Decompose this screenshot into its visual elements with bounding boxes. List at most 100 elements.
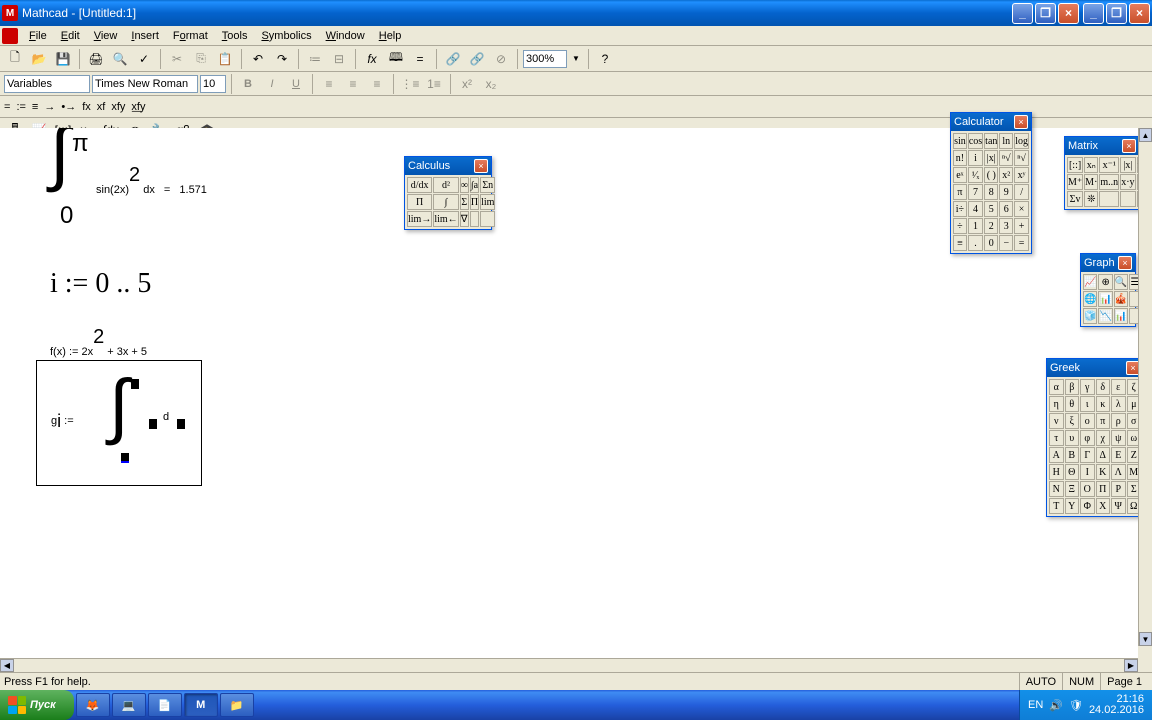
- open-button[interactable]: 📂: [28, 48, 50, 70]
- palette-btn[interactable]: ⁿ√: [1014, 150, 1029, 166]
- placeholder-lower[interactable]: [121, 453, 129, 463]
- calculator-close[interactable]: ×: [1014, 115, 1028, 129]
- palette-btn[interactable]: ln: [999, 133, 1013, 149]
- palette-btn[interactable]: ∞: [460, 177, 469, 193]
- palette-btn[interactable]: Σv: [1067, 191, 1083, 207]
- child-close-button[interactable]: ×: [1129, 3, 1150, 24]
- palette-btn[interactable]: Π: [470, 194, 479, 210]
- align-center-button[interactable]: ≡: [342, 73, 364, 95]
- preview-button[interactable]: 🔍: [109, 48, 131, 70]
- palette-btn[interactable]: 7: [968, 184, 983, 200]
- cut-button[interactable]: ✂: [166, 48, 188, 70]
- palette-btn[interactable]: sin: [953, 133, 967, 149]
- greek-char[interactable]: α: [1049, 379, 1064, 395]
- placeholder-integrand[interactable]: [149, 419, 157, 429]
- palette-btn[interactable]: M⁺: [1067, 174, 1083, 190]
- scroll-down[interactable]: ▼: [1139, 632, 1152, 646]
- sup-button[interactable]: x²: [456, 73, 478, 95]
- align-left-button[interactable]: ≡: [318, 73, 340, 95]
- greek-char[interactable]: δ: [1096, 379, 1111, 395]
- unit-button[interactable]: 🕮: [385, 48, 407, 70]
- underline-button[interactable]: U: [285, 73, 307, 95]
- palette-btn[interactable]: ¹⁄ₓ: [968, 167, 983, 183]
- palette-btn[interactable]: ∫a: [470, 177, 479, 193]
- matrix-close[interactable]: ×: [1122, 139, 1136, 153]
- tray-sound-icon[interactable]: 🔊: [1049, 699, 1063, 712]
- bullets-button[interactable]: ⋮≡: [399, 73, 421, 95]
- align2-button[interactable]: ⊟: [328, 48, 350, 70]
- palette-btn[interactable]: 🧊: [1083, 308, 1097, 324]
- greek-char[interactable]: η: [1049, 396, 1064, 412]
- task-folder[interactable]: 📁: [220, 693, 254, 717]
- function-expression[interactable]: f(x) := 2x2 + 3x + 5: [50, 326, 147, 363]
- menu-tools[interactable]: Tools: [215, 28, 255, 44]
- greek-char[interactable]: ξ: [1065, 413, 1080, 429]
- paste-button[interactable]: 📋: [214, 48, 236, 70]
- palette-btn[interactable]: d/dx: [407, 177, 432, 193]
- palette-btn[interactable]: 1: [968, 218, 983, 234]
- palette-btn[interactable]: 📊: [1114, 308, 1128, 324]
- palette-btn[interactable]: x⁻¹: [1099, 157, 1119, 173]
- palette-btn[interactable]: 5: [984, 201, 998, 217]
- palette-btn[interactable]: [470, 211, 479, 227]
- eval-symbolic[interactable]: →: [44, 101, 55, 113]
- help-button[interactable]: ?: [594, 48, 616, 70]
- palette-btn[interactable]: lim←: [433, 211, 458, 227]
- print-button[interactable]: 🖨: [85, 48, 107, 70]
- greek-char[interactable]: Ξ: [1065, 481, 1080, 497]
- ref-button[interactable]: 🔗: [466, 48, 488, 70]
- palette-btn[interactable]: cos: [968, 133, 983, 149]
- style-select[interactable]: [4, 75, 90, 93]
- numbers-button[interactable]: 1≡: [423, 73, 445, 95]
- size-select[interactable]: [200, 75, 226, 93]
- palette-btn[interactable]: ÷: [953, 218, 967, 234]
- greek-char[interactable]: Τ: [1049, 498, 1064, 514]
- palette-btn[interactable]: Σ: [460, 194, 469, 210]
- palette-btn[interactable]: ∇: [460, 211, 469, 227]
- spell-button[interactable]: ✓: [133, 48, 155, 70]
- palette-btn[interactable]: d²: [433, 177, 458, 193]
- greek-char[interactable]: Ν: [1049, 481, 1064, 497]
- calculus-palette[interactable]: Calculus× d/dxd²∞∫aΣnΠ∫ΣΠlimlim→lim←∇: [404, 156, 492, 230]
- tray-shield-icon[interactable]: 🛡: [1069, 699, 1083, 712]
- palette-btn[interactable]: ∫: [433, 194, 458, 210]
- greek-char[interactable]: θ: [1065, 396, 1080, 412]
- palette-btn[interactable]: +: [1014, 218, 1029, 234]
- palette-btn[interactable]: 4: [968, 201, 983, 217]
- greek-char[interactable]: Π: [1096, 481, 1111, 497]
- graph-palette[interactable]: Graph× 📈⊕🔍☰🌐📊🎪🧊📉📊: [1080, 253, 1136, 327]
- palette-btn[interactable]: ≡: [953, 235, 967, 251]
- greek-char[interactable]: ψ: [1111, 430, 1126, 446]
- greek-palette[interactable]: Greek× αβγδεζηθικλμνξοπρστυφχψωΑΒΓΔΕΖΗΘΙ…: [1046, 358, 1144, 517]
- greek-char[interactable]: ι: [1080, 396, 1095, 412]
- palette-btn[interactable]: 🔍: [1114, 274, 1128, 290]
- palette-btn[interactable]: m..n: [1099, 174, 1119, 190]
- greek-char[interactable]: Θ: [1065, 464, 1080, 480]
- greek-char[interactable]: ο: [1080, 413, 1095, 429]
- greek-char[interactable]: υ: [1065, 430, 1080, 446]
- palette-btn[interactable]: [480, 211, 495, 227]
- eval-keyword[interactable]: •→: [61, 101, 76, 113]
- menu-view[interactable]: View: [87, 28, 125, 44]
- greek-char[interactable]: Χ: [1096, 498, 1111, 514]
- calc-button[interactable]: =: [409, 48, 431, 70]
- greek-char[interactable]: Η: [1049, 464, 1064, 480]
- palette-btn[interactable]: ⁿ√: [999, 150, 1013, 166]
- palette-btn[interactable]: |x|: [1120, 157, 1135, 173]
- palette-btn[interactable]: 📈: [1083, 274, 1097, 290]
- palette-btn[interactable]: Π: [407, 194, 432, 210]
- greek-char[interactable]: Ψ: [1111, 498, 1126, 514]
- redo-button[interactable]: ↷: [271, 48, 293, 70]
- minimize-button[interactable]: _: [1012, 3, 1033, 24]
- greek-char[interactable]: Λ: [1111, 464, 1126, 480]
- greek-char[interactable]: Γ: [1080, 447, 1095, 463]
- greek-char[interactable]: π: [1096, 413, 1111, 429]
- task-mathcad[interactable]: M: [184, 693, 218, 717]
- child-minimize-button[interactable]: _: [1083, 3, 1104, 24]
- menu-edit[interactable]: Edit: [54, 28, 87, 44]
- menu-symbolics[interactable]: Symbolics: [254, 28, 318, 44]
- palette-btn[interactable]: i÷: [953, 201, 967, 217]
- palette-btn[interactable]: π: [953, 184, 967, 200]
- italic-button[interactable]: I: [261, 73, 283, 95]
- greek-char[interactable]: β: [1065, 379, 1080, 395]
